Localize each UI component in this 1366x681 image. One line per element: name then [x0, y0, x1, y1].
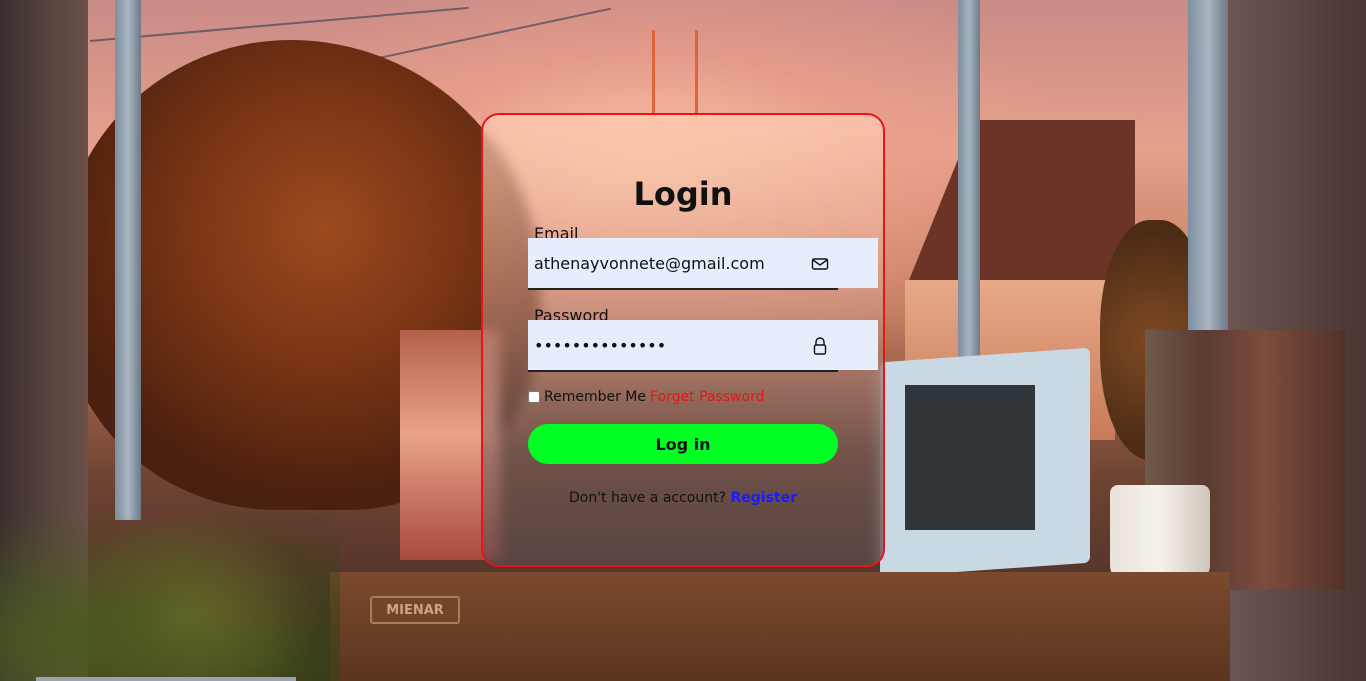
email-field[interactable] [534, 242, 804, 284]
email-underline [528, 288, 838, 290]
envelope-icon [811, 255, 829, 273]
bottom-bar [36, 677, 296, 681]
password-field-box [528, 320, 878, 370]
login-title: Login [633, 175, 733, 213]
plant [0, 470, 340, 681]
desk [330, 572, 1230, 681]
remember-row: Remember Me Forget Password [528, 389, 764, 405]
register-line: Don't have a account? Register [483, 490, 883, 506]
password-underline [528, 370, 838, 372]
desk-plate: MIENAR [370, 596, 460, 624]
register-link[interactable]: Register [730, 490, 797, 506]
no-account-text: Don't have a account? [568, 490, 727, 506]
email-field-box [528, 238, 878, 288]
mug [1110, 485, 1210, 580]
login-button[interactable]: Log in [528, 424, 838, 464]
remember-label: Remember Me [544, 389, 646, 405]
radio-tower [652, 30, 698, 120]
window-post [115, 0, 141, 520]
monitor-screen [905, 385, 1035, 530]
remember-checkbox[interactable] [528, 391, 540, 403]
login-card: Login Email Password Remember Me Forget … [481, 113, 885, 567]
password-field[interactable] [534, 324, 804, 366]
forget-password-link[interactable]: Forget Password [650, 389, 764, 405]
lock-icon [811, 336, 829, 355]
